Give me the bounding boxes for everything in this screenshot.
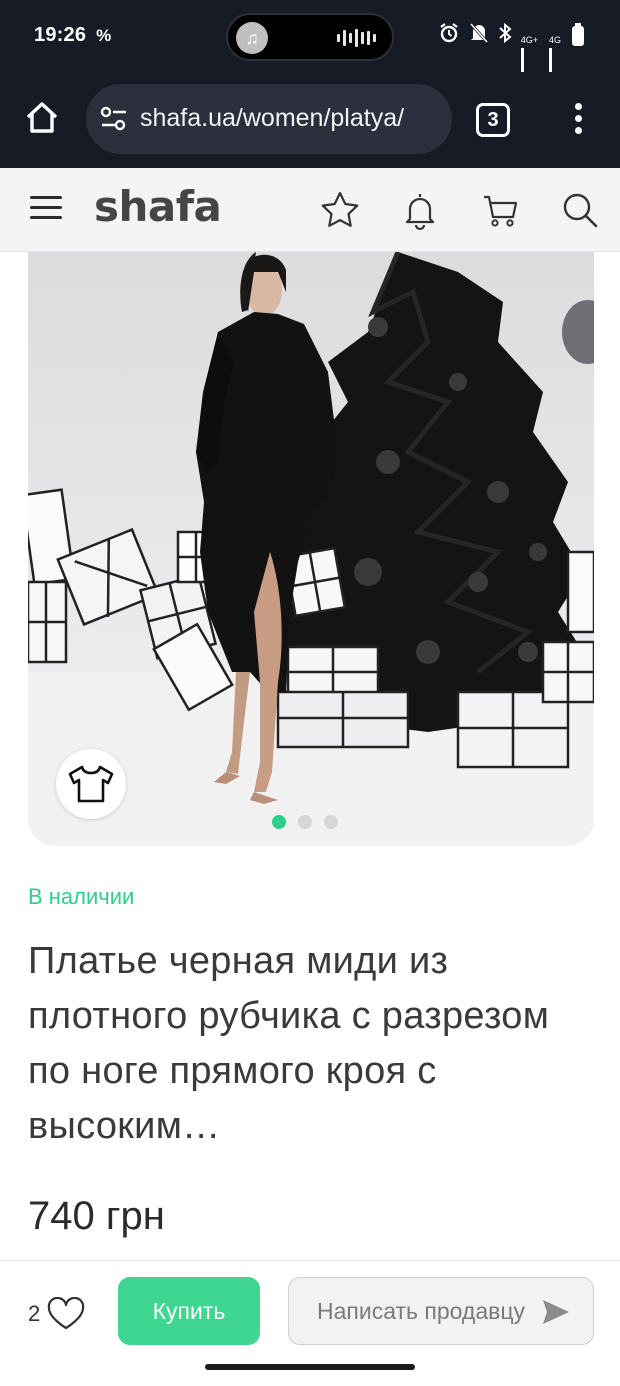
dynamic-island-media[interactable]: ♫ (226, 13, 394, 61)
signal-strength-icon-2: 4G (548, 27, 563, 96)
music-note-icon: ♫ (236, 22, 268, 54)
status-time: 19:26% (34, 24, 111, 47)
network-type-label: 4G+ (520, 34, 538, 45)
address-bar[interactable]: shafa.ua/women/platya/ (86, 84, 452, 154)
battery-saver-indicator: % (96, 26, 112, 45)
tshirt-icon (68, 765, 114, 803)
message-seller-button[interactable]: Написать продавцу (288, 1277, 594, 1345)
likes-count: 2 (28, 1301, 41, 1326)
buy-button[interactable]: Купить (118, 1277, 260, 1345)
gesture-bar[interactable] (205, 1364, 415, 1370)
alarm-icon (438, 22, 460, 49)
message-seller-label: Написать продавцу (317, 1298, 526, 1324)
battery-icon (572, 22, 584, 46)
send-icon (543, 1300, 569, 1324)
site-logo[interactable]: shafa (94, 182, 222, 231)
mute-bell-icon (469, 22, 489, 49)
home-icon[interactable] (22, 98, 62, 138)
status-bar: 19:26% ♫ 4G+ 4G (0, 0, 620, 96)
product-title: Платье черная миди из плотного рубчика с… (28, 940, 550, 1147)
status-icons: 4G+ 4G (438, 22, 584, 96)
url-text: shafa.ua/women/platya/ (140, 104, 405, 132)
gallery-dot-2[interactable] (298, 815, 312, 829)
network-type-label-2: 4G (548, 34, 561, 45)
cart-icon[interactable] (478, 188, 522, 232)
site-settings-icon[interactable] (100, 106, 128, 132)
menu-icon[interactable] (30, 196, 62, 222)
gallery-pagination (272, 815, 338, 829)
bluetooth-icon (498, 22, 512, 49)
size-chart-button[interactable] (56, 749, 126, 819)
availability-status: В наличии (28, 884, 135, 909)
star-icon[interactable] (318, 188, 362, 232)
more-icon[interactable] (566, 100, 590, 140)
heart-icon (48, 1297, 85, 1330)
search-icon[interactable] (558, 188, 602, 232)
browser-toolbar: shafa.ua/women/platya/ 3 (0, 72, 620, 168)
product-price: 740 грн (28, 1194, 165, 1238)
gallery-dot-3[interactable] (324, 815, 338, 829)
bell-icon[interactable] (398, 188, 442, 232)
tabs-icon[interactable]: 3 (476, 103, 510, 137)
audio-wave-icon (337, 29, 376, 47)
signal-strength-icon: 4G+ (520, 27, 540, 96)
gallery-dot-1[interactable] (272, 815, 286, 829)
clock: 19:26 (34, 24, 87, 46)
site-header: shafa (0, 168, 620, 252)
favorite-button[interactable]: 2 (28, 1297, 86, 1331)
